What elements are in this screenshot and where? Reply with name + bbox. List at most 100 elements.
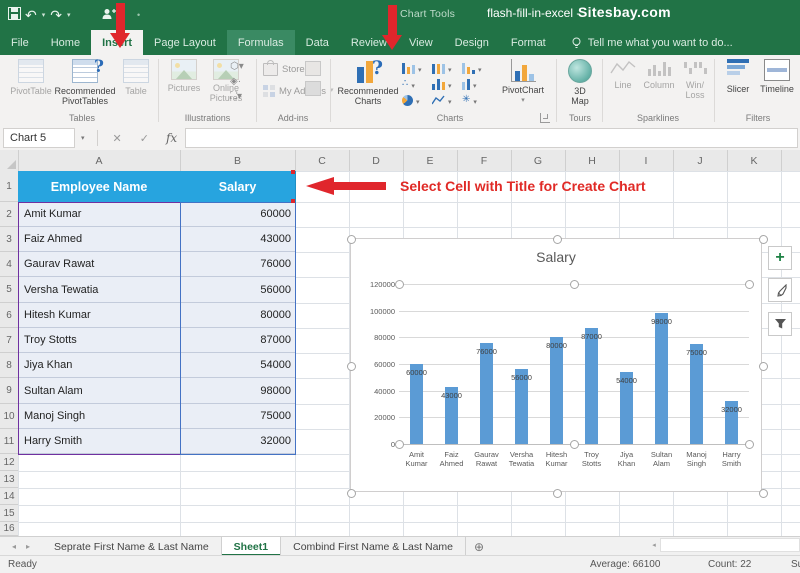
ribbon-tab-page-layout[interactable]: Page Layout (143, 30, 227, 55)
column-header-D[interactable]: D (349, 150, 404, 171)
cell-B2[interactable]: 60000 (180, 202, 295, 227)
chart-plot-area[interactable]: 6000043000760005600080000870005400098000… (399, 284, 749, 444)
chart-bar-troy-stotts[interactable] (585, 328, 598, 444)
chart-elements-button[interactable]: + (768, 246, 792, 270)
ribbon-tab-home[interactable]: Home (40, 30, 91, 55)
cell-B8[interactable]: 54000 (180, 353, 295, 378)
cell-A4[interactable]: Gaurav Rawat (18, 252, 180, 277)
row-header-4[interactable]: 4 (0, 252, 19, 277)
select-all-corner[interactable] (0, 150, 19, 171)
column-header-G[interactable]: G (511, 150, 566, 171)
column-chart-type-icon[interactable]: ▾ (402, 61, 422, 74)
cell-B4[interactable]: 76000 (180, 252, 295, 277)
cancel-icon[interactable]: ✕ (104, 132, 131, 145)
new-sheet-button[interactable]: ⊕ (466, 537, 492, 556)
row-header-9[interactable]: 9 (0, 378, 19, 404)
cell-A11[interactable]: Harry Smith (18, 429, 180, 454)
pictures-button[interactable]: Pictures (164, 59, 204, 93)
selection-handle-icon[interactable] (759, 489, 768, 498)
name-box-caret-icon[interactable]: ▾ (75, 134, 91, 142)
chart-bar-manoj-singh[interactable] (690, 344, 703, 444)
row-header-2[interactable]: 2 (0, 202, 19, 227)
cell-A1-header[interactable]: Employee Name (18, 171, 181, 202)
selection-handle-icon[interactable] (570, 280, 579, 289)
selection-handle-icon[interactable] (570, 440, 579, 449)
slicer-button[interactable]: Slicer (720, 59, 756, 94)
table-button[interactable]: Table (118, 59, 154, 96)
formula-input[interactable] (185, 128, 798, 148)
recommended-pivottables-button[interactable]: Recommended PivotTables (56, 59, 114, 106)
cell-A2[interactable]: Amit Kumar (18, 202, 180, 227)
ribbon-tab-file[interactable]: File (0, 30, 40, 55)
ribbon-tab-view[interactable]: View (398, 30, 444, 55)
row-header-14[interactable]: 14 (0, 488, 19, 505)
tell-me-box[interactable]: Tell me what you want to do... (571, 30, 733, 55)
column-header-K[interactable]: K (727, 150, 782, 171)
row-header-16[interactable]: 16 (0, 522, 19, 536)
cell-B5[interactable]: 56000 (180, 277, 295, 303)
shapes-icon[interactable]: ⬡▾ (230, 61, 244, 73)
radar-chart-type-icon[interactable]: ✳▾ (462, 93, 482, 106)
row-header-13[interactable]: 13 (0, 471, 19, 488)
row-header-5[interactable]: 5 (0, 277, 19, 303)
scrollbar-track[interactable] (660, 538, 800, 552)
pie-chart-type-icon[interactable]: ▾ (402, 93, 422, 106)
column-header-B[interactable]: B (180, 150, 296, 171)
bar-chart-type-icon[interactable]: ▾ (432, 77, 452, 90)
cell-B1-header[interactable]: Salary (180, 171, 296, 202)
screenshot-icon[interactable]: ⛶▾ (230, 91, 244, 103)
sparkline-column-button[interactable]: Column (640, 59, 678, 90)
selection-handle-icon[interactable] (745, 440, 754, 449)
scatter-chart-type-icon[interactable]: ∴▾ (402, 77, 422, 90)
horizontal-scrollbar[interactable]: ◂ (648, 538, 800, 552)
store-button[interactable]: Store (263, 63, 305, 76)
row-header-3[interactable]: 3 (0, 227, 19, 252)
sparkline-line-button[interactable]: Line (608, 59, 638, 90)
column-header-C[interactable]: C (295, 150, 350, 171)
sheet-nav-left-icon[interactable]: ◂ (12, 542, 16, 551)
selection-handle-icon[interactable] (395, 440, 404, 449)
undo-caret-icon[interactable]: ▾ (42, 11, 46, 19)
row-header-7[interactable]: 7 (0, 328, 19, 353)
salary-chart[interactable]: Salary 600004300076000560008000087000540… (350, 238, 762, 492)
row-header-6[interactable]: 6 (0, 303, 19, 328)
worksheet-grid[interactable]: ABCDEFGHIJK 12345678910111213141516 Empl… (0, 150, 800, 536)
sheet-tab-sheet1[interactable]: Sheet1 (222, 537, 281, 556)
combo-chart-type-icon[interactable]: ▾ (462, 77, 482, 90)
row-header-11[interactable]: 11 (0, 429, 19, 454)
cell-A9[interactable]: Sultan Alam (18, 378, 180, 404)
ribbon-tab-design[interactable]: Design (444, 30, 500, 55)
pivotchart-button[interactable]: PivotChart ▾ (497, 59, 549, 107)
timeline-button[interactable]: Timeline (756, 59, 798, 94)
cell-B11[interactable]: 32000 (180, 429, 295, 454)
redo-caret-icon[interactable]: ▾ (67, 11, 71, 19)
insert-function-icon[interactable]: fx (158, 131, 185, 145)
cell-B9[interactable]: 98000 (180, 378, 295, 404)
selection-handle-icon[interactable] (347, 235, 356, 244)
chart-title[interactable]: Salary (351, 249, 761, 265)
cell-B7[interactable]: 87000 (180, 328, 295, 353)
chart-bar-gaurav-rawat[interactable] (480, 343, 493, 444)
column-header-H[interactable]: H (565, 150, 620, 171)
name-box[interactable]: Chart 5 (3, 128, 75, 148)
ribbon-tab-data[interactable]: Data (295, 30, 340, 55)
cell-A7[interactable]: Troy Stotts (18, 328, 180, 353)
ribbon-tab-format[interactable]: Format (500, 30, 557, 55)
save-icon[interactable] (8, 5, 21, 25)
row-header-1[interactable]: 1 (0, 171, 19, 202)
cell-A10[interactable]: Manoj Singh (18, 404, 180, 429)
sparkline-winloss-button[interactable]: Win/ Loss (680, 59, 710, 100)
recommended-charts-button[interactable]: Recommended Charts (337, 59, 399, 106)
column-header-F[interactable]: F (457, 150, 512, 171)
cell-A6[interactable]: Hitesh Kumar (18, 303, 180, 328)
cell-A8[interactable]: Jiya Khan (18, 353, 180, 378)
cell-A3[interactable]: Faiz Ahmed (18, 227, 180, 252)
line-chart-type-icon[interactable]: ▾ (432, 93, 452, 106)
scroll-left-icon[interactable]: ◂ (648, 539, 660, 551)
selection-handle-icon[interactable] (759, 362, 768, 371)
chart-bar-sultan-alam[interactable] (655, 313, 668, 444)
cell-B6[interactable]: 80000 (180, 303, 295, 328)
charts-dialog-launcher-icon[interactable] (540, 113, 550, 123)
sheet-tab-combind-first-name-last-name[interactable]: Combind First Name & Last Name (281, 537, 466, 556)
my-addins-button[interactable]: My Add-ins ▾ (263, 85, 334, 97)
